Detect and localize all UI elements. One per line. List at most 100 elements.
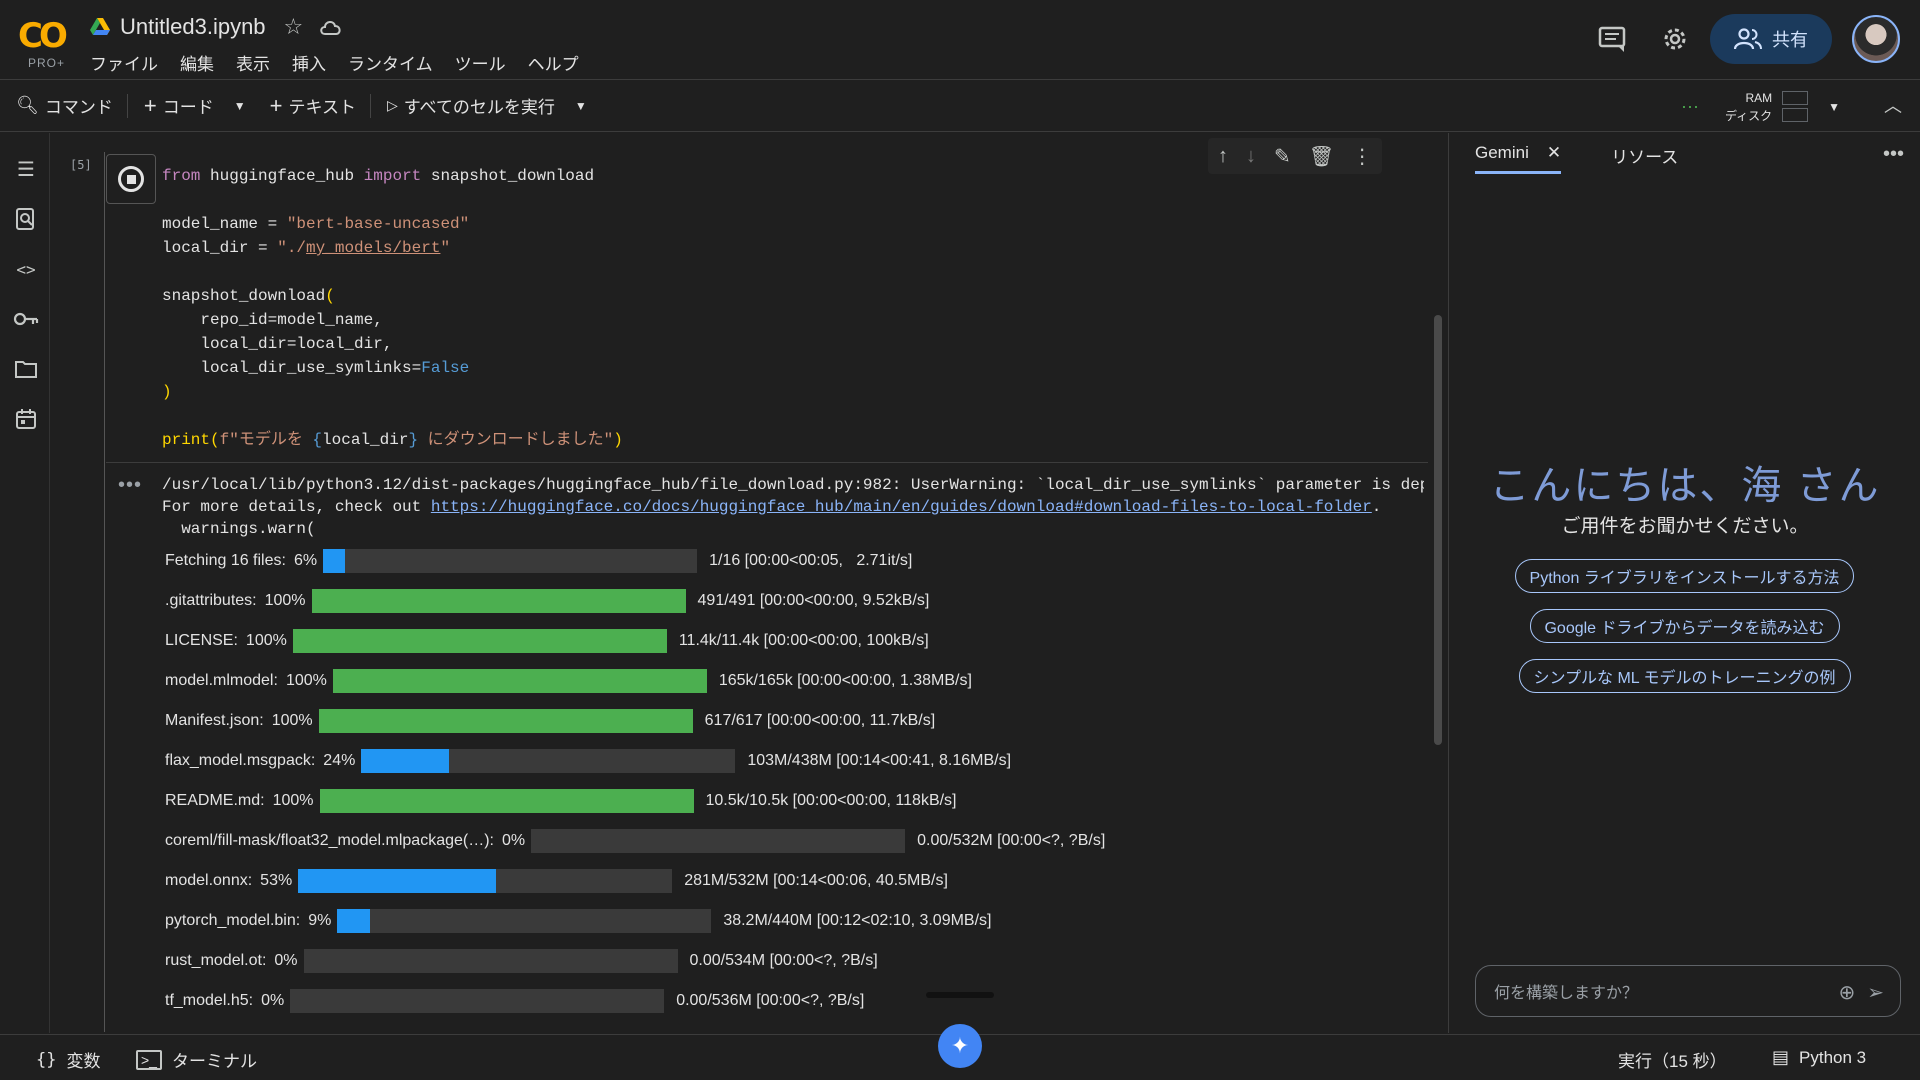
- code-token: False: [421, 359, 470, 377]
- menu-insert[interactable]: 挿入: [292, 50, 326, 75]
- comments-icon[interactable]: [1598, 26, 1626, 52]
- ram-label: RAM: [1745, 90, 1773, 105]
- runtime-label: Python 3: [1799, 1047, 1867, 1067]
- code-token: print(: [162, 431, 220, 449]
- left-rail: ☰ <>: [0, 133, 50, 1033]
- ram-bar: [1782, 91, 1809, 105]
- menu-edit[interactable]: 編集: [180, 50, 214, 75]
- avatar[interactable]: [1852, 15, 1900, 63]
- terminal-icon: >_: [136, 1049, 162, 1070]
- code-token: ": [440, 239, 451, 257]
- suggestion-chip[interactable]: シンプルな ML モデルのトレーニングの例: [1518, 659, 1851, 693]
- warning-line-3: warnings.warn(: [162, 520, 316, 538]
- progress-stats: 0.00/536M [00:00<?, ?B/s]: [676, 992, 865, 1009]
- toolbar-divider: [369, 93, 371, 118]
- code-token: from: [162, 167, 201, 185]
- output-menu-dots-icon[interactable]: •••: [118, 474, 142, 497]
- chevron-down-icon[interactable]: ▼: [1828, 100, 1840, 114]
- files-folder-icon[interactable]: [12, 355, 40, 383]
- progress-bar: [318, 709, 693, 733]
- collapse-header-icon[interactable]: ︿: [1884, 92, 1902, 118]
- progress-percent: 100%: [285, 672, 327, 689]
- notebook-title[interactable]: Untitled3.ipynb: [120, 14, 266, 40]
- gemini-prompt-input[interactable]: 何を構築しますか？ ⊕ ➢: [1475, 965, 1901, 1017]
- menu-runtime[interactable]: ランタイム: [348, 50, 433, 75]
- progress-label: LICENSE:: [165, 632, 238, 649]
- gemini-sparkle-button[interactable]: ✦: [938, 1024, 982, 1068]
- terminal-label: ターミナル: [171, 1052, 257, 1071]
- colab-logo[interactable]: CO PRO+: [16, 12, 74, 70]
- code-snippets-icon[interactable]: <>: [12, 255, 40, 283]
- code-token: にダウンロードしました": [418, 431, 614, 449]
- progress-bar: [311, 589, 686, 613]
- progress-bar: [292, 629, 667, 653]
- variables-label: 変数: [66, 1052, 101, 1071]
- progress-percent: 0%: [261, 992, 285, 1009]
- find-replace-icon[interactable]: [12, 205, 40, 233]
- chevron-down-icon[interactable]: ▼: [234, 99, 246, 113]
- stop-cell-button[interactable]: [106, 154, 156, 204]
- code-token[interactable]: my_models/bert: [306, 239, 440, 257]
- table-of-contents-icon[interactable]: ☰: [12, 155, 40, 183]
- cloud-saved-icon[interactable]: [319, 18, 343, 36]
- title-row: Untitled3.ipynb ☆: [90, 14, 343, 40]
- terminal-button[interactable]: >_ ターミナル: [136, 1047, 257, 1072]
- progress-label: Fetching 16 files:: [165, 552, 286, 569]
- code-token: model_name =: [162, 215, 287, 233]
- chevron-down-icon[interactable]: ▼: [575, 99, 587, 113]
- progress-bar: [531, 829, 906, 853]
- more-horiz-icon[interactable]: •••: [1883, 143, 1904, 166]
- loading-indicator: [926, 992, 994, 998]
- progress-label: tf_model.h5:: [165, 992, 254, 1009]
- panel-tabs: Gemini ✕ リソース: [1475, 143, 1678, 174]
- logo-text: CO: [18, 16, 68, 56]
- send-icon[interactable]: ➢: [1867, 980, 1884, 1005]
- play-icon: ▷: [386, 97, 398, 113]
- code-token: local_dir: [322, 431, 409, 449]
- execution-status[interactable]: 実行（15 秒）: [1618, 1047, 1727, 1072]
- run-all-button[interactable]: ▷ すべてのセルを実行 ▼: [387, 93, 587, 118]
- close-icon[interactable]: ✕: [1547, 143, 1561, 163]
- share-button[interactable]: 共有: [1710, 14, 1832, 64]
- tab-gemini[interactable]: Gemini ✕: [1475, 143, 1562, 174]
- move-up-arrow-icon[interactable]: ↑: [1218, 145, 1228, 168]
- prompt-actions: ⊕ ➢: [1838, 980, 1884, 1005]
- code-token: {: [312, 431, 323, 449]
- progress-row: Manifest.json: 100% 617/617 [00:00<00:00, …: [165, 709, 935, 733]
- resource-monitor[interactable]: ··· RAM ディスク ▼: [1681, 88, 1840, 125]
- menu-help[interactable]: ヘルプ: [528, 50, 579, 75]
- people-icon: [1734, 28, 1762, 50]
- warning-line-2-suffix: .: [1371, 498, 1382, 516]
- menu-tools[interactable]: ツール: [455, 50, 506, 75]
- add-circle-icon[interactable]: ⊕: [1838, 980, 1855, 1005]
- move-down-arrow-icon[interactable]: ↓: [1246, 145, 1256, 168]
- edit-pencil-icon[interactable]: ✎: [1274, 144, 1291, 169]
- variables-button[interactable]: {} 変数: [36, 1047, 100, 1072]
- tab-resources[interactable]: リソース: [1611, 143, 1678, 174]
- progress-stats: 10.5k/10.5k [00:00<00:00, 118kB/s]: [705, 792, 957, 809]
- progress-stats: 165k/165k [00:00<00:00, 1.38MB/s]: [718, 672, 972, 689]
- more-vert-icon[interactable]: ⋮: [1352, 144, 1372, 169]
- greeting-title: こんにちは、海 さん: [1489, 464, 1881, 508]
- delete-trash-icon[interactable]: 🗑︎: [1309, 144, 1334, 169]
- command-palette-button[interactable]: 🔍︎ コマンド: [16, 93, 113, 118]
- runtime-type[interactable]: ▤ Python 3: [1772, 1047, 1866, 1068]
- menu-file[interactable]: ファイル: [90, 50, 158, 75]
- suggestion-chip[interactable]: Google ドライブからデータを読み込む: [1529, 609, 1840, 643]
- scrollbar-thumb[interactable]: [1434, 315, 1442, 745]
- connected-dots-icon: ···: [1680, 96, 1699, 116]
- secrets-key-icon[interactable]: [12, 305, 40, 333]
- add-text-button[interactable]: + テキスト: [270, 93, 356, 119]
- calendar-icon[interactable]: [12, 405, 40, 433]
- progress-label: flax_model.msgpack:: [165, 752, 316, 769]
- progress-bar-fill: [298, 869, 497, 893]
- warning-docs-link[interactable]: https://huggingface.co/docs/huggingface_…: [431, 498, 1372, 516]
- add-code-button[interactable]: + コード ▼: [144, 93, 246, 119]
- code-editor[interactable]: from huggingface_hub import snapshot_dow…: [162, 164, 623, 452]
- star-icon[interactable]: ☆: [284, 14, 304, 40]
- menu-view[interactable]: 表示: [236, 50, 270, 75]
- code-token: local_dir=local_dir,: [162, 335, 393, 353]
- progress-row: LICENSE: 100% 11.4k/11.4k [00:00<00:00, 10…: [165, 629, 929, 653]
- suggestion-chip[interactable]: Python ライブラリをインストールする方法: [1514, 559, 1855, 593]
- settings-gear-icon[interactable]: [1660, 24, 1690, 54]
